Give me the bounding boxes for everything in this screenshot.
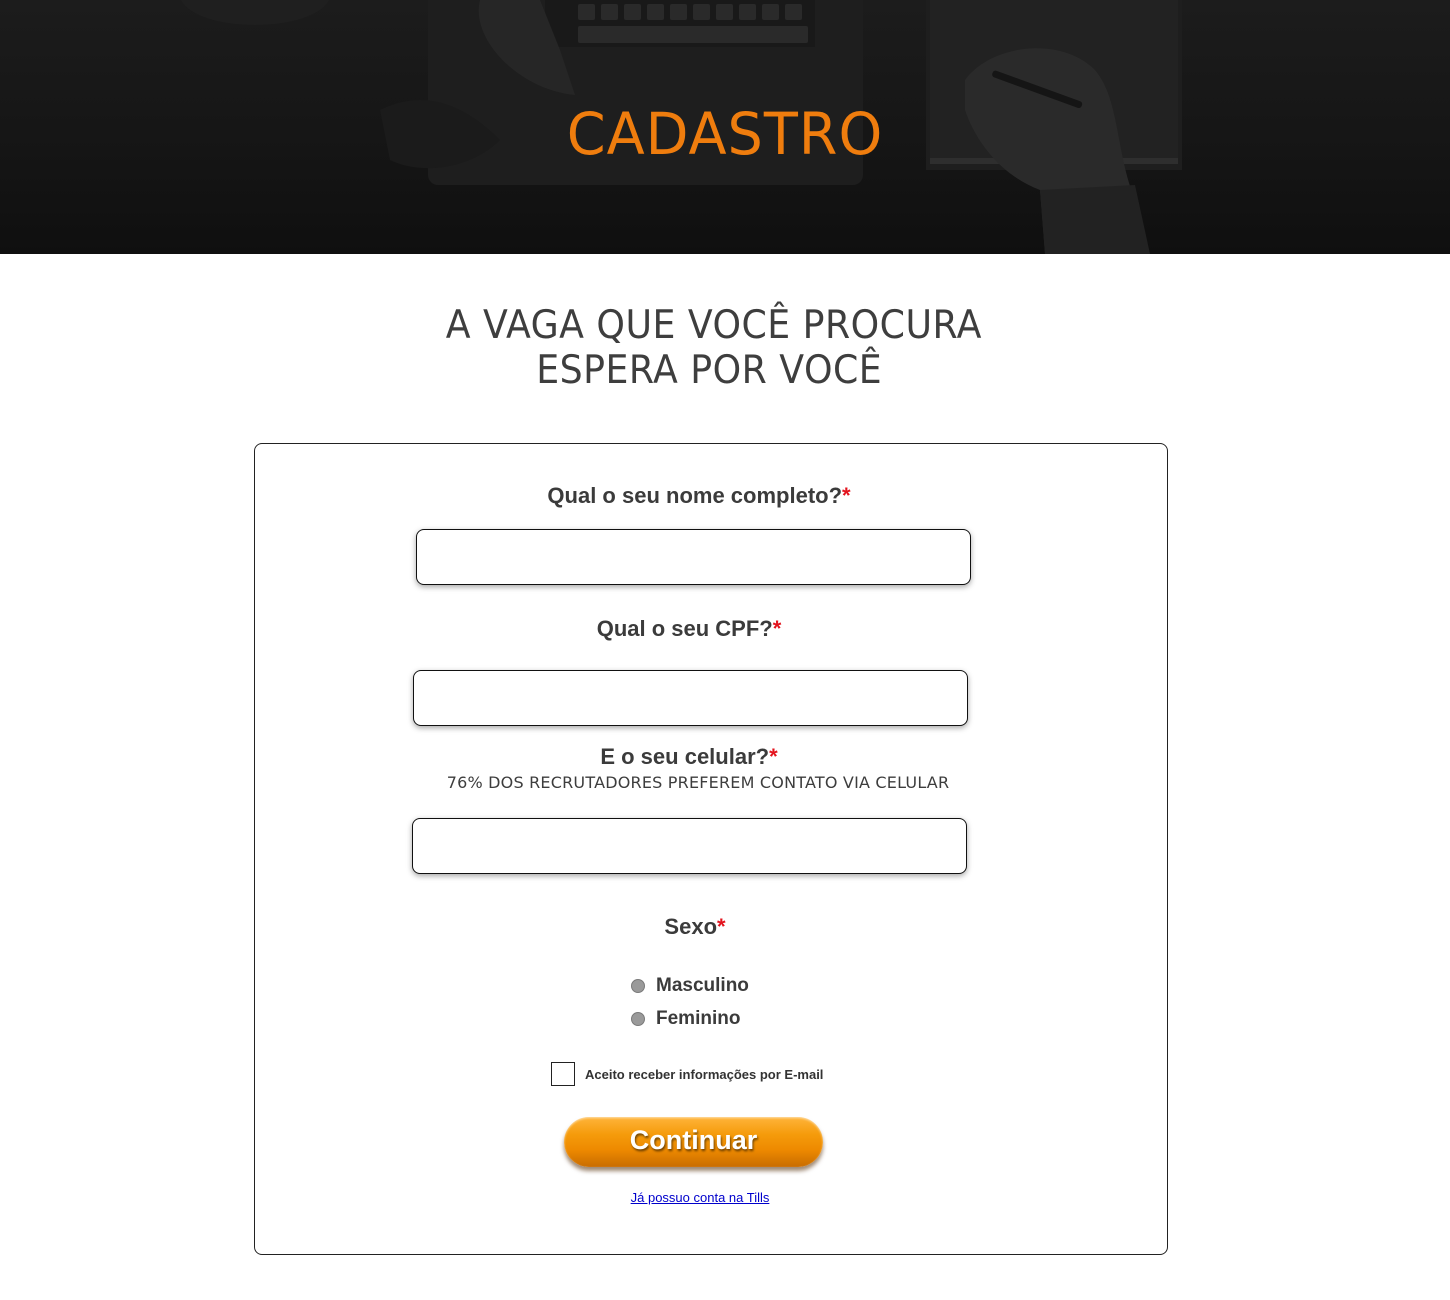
radio-label-masculino: Masculino [656,975,749,996]
phone-input[interactable] [412,818,967,874]
radio-button-icon[interactable] [631,979,645,993]
cpf-question: Qual o seu CPF?* [454,616,924,642]
phone-label: E o seu celular? [600,744,770,769]
radio-label-feminino: Feminino [656,1008,741,1029]
cpf-input[interactable] [413,670,968,726]
email-optin-label: Aceito receber informações por E-mail [585,1067,824,1082]
name-question: Qual o seu nome completo?* [454,483,944,509]
phone-hint: 76% DOS RECRUTADORES PREFEREM CONTATO VI… [446,773,950,792]
headline-line-2: ESPERA POR VOCÊ [536,348,883,393]
sex-label: Sexo [664,914,718,939]
phone-question: E o seu celular?* [454,744,924,770]
radio-feminino[interactable]: Feminino [631,1008,740,1030]
email-optin-checkbox[interactable] [551,1062,575,1086]
existing-account-link[interactable]: Já possuo conta na Tills [600,1190,800,1205]
continue-button[interactable]: Continuar [564,1117,823,1167]
radio-masculino[interactable]: Masculino [631,975,749,997]
required-mark: * [769,744,778,769]
headline-line-1: A VAGA QUE VOCÊ PROCURA [445,303,982,348]
required-mark: * [772,616,782,641]
required-mark: * [842,483,851,508]
headline: A VAGA QUE VOCÊ PROCURA ESPERA POR VOCÊ [51,303,1400,393]
sex-question: Sexo* [580,914,810,940]
required-mark: * [717,914,726,939]
cpf-label: Qual o seu CPF? [596,616,773,641]
name-input[interactable] [416,529,971,585]
name-label: Qual o seu nome completo? [547,483,843,508]
page-title: CADASTRO [566,100,884,168]
hero-banner: CADASTRO [0,0,1450,254]
radio-button-icon[interactable] [631,1012,645,1026]
